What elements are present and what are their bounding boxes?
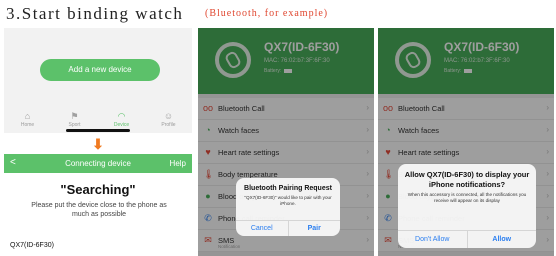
tab-label: Home: [20, 122, 35, 128]
tab-device[interactable]: ◠ Device: [102, 111, 142, 128]
profile-icon: ☺: [163, 111, 174, 121]
dialog-title: Bluetooth Pairing Request: [244, 185, 332, 192]
notification-permission-dialog: Allow QX7(ID-6F30) to display your iPhon…: [398, 164, 536, 248]
tab-label: Sport: [68, 122, 81, 128]
home-indicator: [66, 129, 130, 132]
search-hint: Please put the device close to the phone…: [31, 202, 167, 218]
tab-label: Profile: [161, 122, 176, 128]
tab-home[interactable]: ⌂ Home: [8, 111, 48, 128]
device-icon: ◠: [117, 111, 126, 121]
example-note: (Bluetooth, for example): [205, 8, 329, 19]
dialog-message: "QX7(ID-6F30)" would like to pair with y…: [244, 195, 332, 206]
arrow-down-icon: ⬇: [92, 136, 104, 152]
found-device-item[interactable]: QX7(ID-6F30): [10, 242, 54, 249]
phone-notification-screen: QX7(ID-6F30) MAC: 76:02:b7:3F:6F:30 Batt…: [378, 28, 554, 256]
tab-label: Device: [113, 122, 130, 128]
tab-sport[interactable]: ⚑ Sport: [55, 111, 95, 128]
connecting-screen: < Connecting device Help "Searching" Ple…: [4, 154, 192, 256]
allow-button[interactable]: Allow: [466, 231, 537, 248]
dialog-title: Allow QX7(ID-6F30) to display your iPhon…: [404, 170, 530, 189]
tab-profile[interactable]: ☺ Profile: [149, 111, 189, 128]
step-title: 3.Start binding watch: [6, 4, 184, 23]
dialog-message: When this accessory is connected, all th…: [407, 192, 527, 203]
help-link[interactable]: Help: [170, 159, 186, 168]
sport-icon: ⚑: [70, 111, 79, 121]
dont-allow-button[interactable]: Don't Allow: [398, 231, 467, 248]
connecting-header: < Connecting device Help: [4, 154, 192, 173]
phone-pairing-screen: QX7(ID-6F30) MAC: 76:02:b7:3F:6F:30 Batt…: [198, 28, 374, 256]
pairing-dialog: Bluetooth Pairing Request "QX7(ID-6F30)"…: [236, 178, 340, 236]
connecting-title: Connecting device: [65, 159, 131, 168]
pair-button[interactable]: Pair: [287, 221, 341, 236]
home-icon: ⌂: [24, 111, 31, 121]
left-panel: Add a new device ⌂ Home ⚑ Sport ◠ Device…: [4, 28, 192, 256]
cancel-button[interactable]: Cancel: [236, 221, 288, 236]
add-device-button[interactable]: Add a new device: [40, 59, 160, 81]
dialog-buttons: Cancel Pair: [236, 220, 340, 236]
home-screen: Add a new device ⌂ Home ⚑ Sport ◠ Device…: [4, 28, 192, 133]
dialog-buttons: Don't Allow Allow: [398, 230, 536, 248]
searching-status: "Searching": [60, 182, 136, 197]
